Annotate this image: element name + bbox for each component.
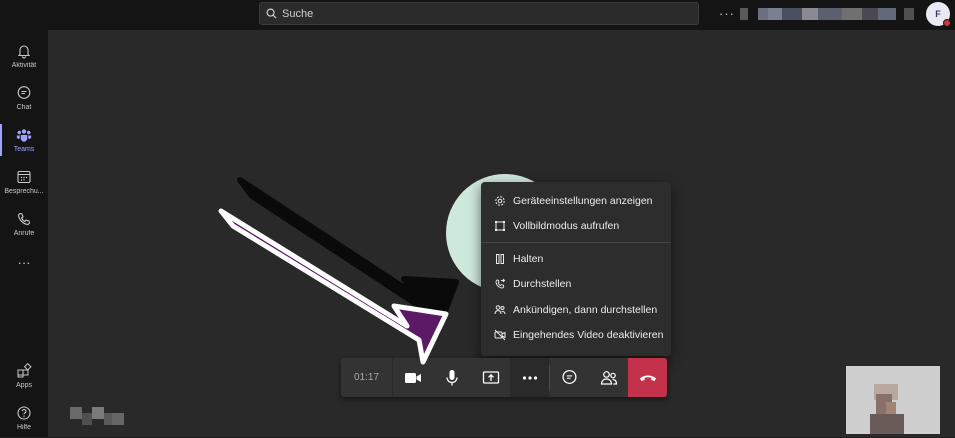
menu-item-disable-incoming-video[interactable]: Eingehendes Video deaktivieren bbox=[481, 323, 671, 349]
menu-item-fullscreen[interactable]: Vollbildmodus aufrufen bbox=[481, 214, 671, 240]
help-icon bbox=[17, 406, 31, 420]
rail-item-chat[interactable]: Chat bbox=[0, 78, 48, 118]
video-off-icon bbox=[494, 329, 506, 341]
menu-item-label: Eingehendes Video deaktivieren bbox=[513, 329, 664, 342]
camera-icon bbox=[404, 372, 421, 383]
consult-transfer-icon bbox=[494, 304, 506, 314]
pause-icon bbox=[496, 253, 504, 264]
apps-icon bbox=[17, 363, 32, 378]
menu-item-transfer[interactable]: Durchstellen bbox=[481, 272, 671, 298]
chat-bubble-icon bbox=[562, 369, 577, 384]
hang-up-button[interactable] bbox=[628, 358, 667, 397]
rail-label: Apps bbox=[16, 382, 32, 389]
rail-label: Aktivität bbox=[11, 62, 37, 69]
rail-item-teams[interactable]: Teams bbox=[0, 120, 48, 160]
chat-button[interactable] bbox=[550, 358, 589, 397]
gear-icon bbox=[495, 196, 505, 206]
avatar[interactable]: F bbox=[926, 2, 951, 27]
rail-label: Chat bbox=[16, 104, 32, 111]
more-actions-button[interactable] bbox=[510, 358, 549, 397]
more-horizontal-icon bbox=[522, 375, 537, 380]
rail-item-calls[interactable]: Anrufe bbox=[0, 204, 48, 244]
menu-item-consult-transfer[interactable]: Ankündigen, dann durchstellen bbox=[481, 297, 671, 323]
rail-label: Hilfe bbox=[16, 424, 31, 431]
self-view-video[interactable] bbox=[846, 366, 940, 434]
menu-divider bbox=[481, 242, 671, 243]
presence-busy-icon bbox=[943, 19, 951, 27]
call-controls-bar: 01:17 bbox=[341, 358, 667, 397]
more-actions-menu: Geräteeinstellungen anzeigen Vollbildmod… bbox=[481, 182, 671, 356]
menu-item-hold[interactable]: Halten bbox=[481, 246, 671, 272]
participants-icon bbox=[600, 370, 617, 385]
title-bar: Suche ··· F bbox=[0, 0, 955, 30]
search-box[interactable]: Suche bbox=[259, 2, 699, 25]
search-icon bbox=[266, 8, 277, 19]
rail-label: Anrufe bbox=[13, 230, 35, 237]
rail-item-apps[interactable]: Apps bbox=[0, 356, 48, 396]
menu-item-label: Geräteeinstellungen anzeigen bbox=[513, 194, 653, 207]
rail-more-icon[interactable]: ··· bbox=[0, 242, 48, 282]
share-screen-button[interactable] bbox=[471, 358, 510, 397]
microphone-icon bbox=[445, 369, 458, 385]
rail-label: Besprechu... bbox=[4, 188, 44, 195]
rail-more-label: ··· bbox=[17, 254, 31, 270]
hang-up-icon bbox=[639, 375, 656, 381]
call-timer: 01:17 bbox=[341, 358, 393, 397]
calendar-icon bbox=[17, 170, 31, 184]
transfer-icon bbox=[495, 278, 506, 289]
microphone-button[interactable] bbox=[432, 358, 471, 397]
menu-item-label: Vollbildmodus aufrufen bbox=[513, 220, 620, 233]
menu-item-label: Ankündigen, dann durchstellen bbox=[513, 303, 658, 316]
rail-label: Teams bbox=[13, 146, 35, 153]
rail-item-meetings[interactable]: Besprechu... bbox=[0, 162, 48, 202]
teams-icon bbox=[16, 129, 32, 142]
app-rail: Aktivität Chat Teams Besprechu... Anrufe… bbox=[0, 30, 48, 437]
more-options-icon[interactable]: ··· bbox=[719, 6, 735, 21]
avatar-initial: F bbox=[935, 9, 941, 19]
fullscreen-icon bbox=[495, 221, 505, 232]
menu-item-device-settings[interactable]: Geräteeinstellungen anzeigen bbox=[481, 188, 671, 214]
chat-icon bbox=[17, 86, 31, 99]
rail-item-activity[interactable]: Aktivität bbox=[0, 36, 48, 76]
menu-item-label: Durchstellen bbox=[513, 278, 572, 291]
share-screen-icon bbox=[482, 370, 499, 384]
search-placeholder: Suche bbox=[282, 7, 314, 20]
menu-item-label: Halten bbox=[513, 252, 544, 265]
rail-item-help[interactable]: Hilfe bbox=[0, 398, 48, 438]
bell-icon bbox=[17, 45, 31, 59]
camera-button[interactable] bbox=[393, 358, 432, 397]
phone-icon bbox=[17, 212, 31, 226]
participants-button[interactable] bbox=[589, 358, 628, 397]
